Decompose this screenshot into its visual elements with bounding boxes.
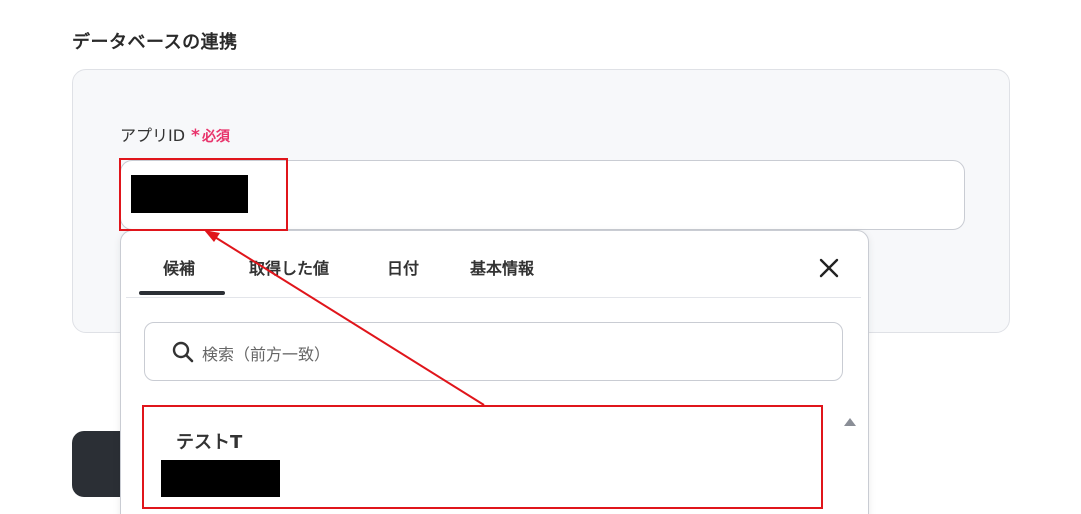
redacted-candidate-id bbox=[161, 460, 280, 497]
scroll-up-arrow-icon[interactable] bbox=[844, 418, 856, 426]
redacted-app-id-value bbox=[131, 175, 248, 213]
tab-basic-info[interactable]: 基本情報 bbox=[470, 255, 534, 279]
required-asterisk: * bbox=[191, 126, 200, 146]
tab-retrieved-values[interactable]: 取得した値 bbox=[249, 255, 329, 279]
active-tab-indicator bbox=[139, 291, 225, 295]
tab-date[interactable]: 日付 bbox=[387, 255, 419, 279]
search-placeholder: 検索（前方一致） bbox=[202, 345, 331, 364]
page: データベースの連携 アプリID * 必須 候補 取得した値 日付 基本情報 検索（前… bbox=[0, 0, 1081, 514]
required-badge: 必須 bbox=[201, 129, 230, 145]
tab-candidates[interactable]: 候補 bbox=[163, 255, 195, 279]
app-id-label: アプリID * 必須 bbox=[120, 122, 230, 146]
app-id-label-text: アプリID bbox=[120, 126, 186, 145]
candidate-name: テストT bbox=[176, 432, 243, 453]
tab-divider bbox=[126, 297, 861, 298]
close-icon[interactable] bbox=[816, 255, 842, 281]
section-title: データベースの連携 bbox=[72, 32, 238, 53]
search-icon bbox=[172, 341, 194, 363]
